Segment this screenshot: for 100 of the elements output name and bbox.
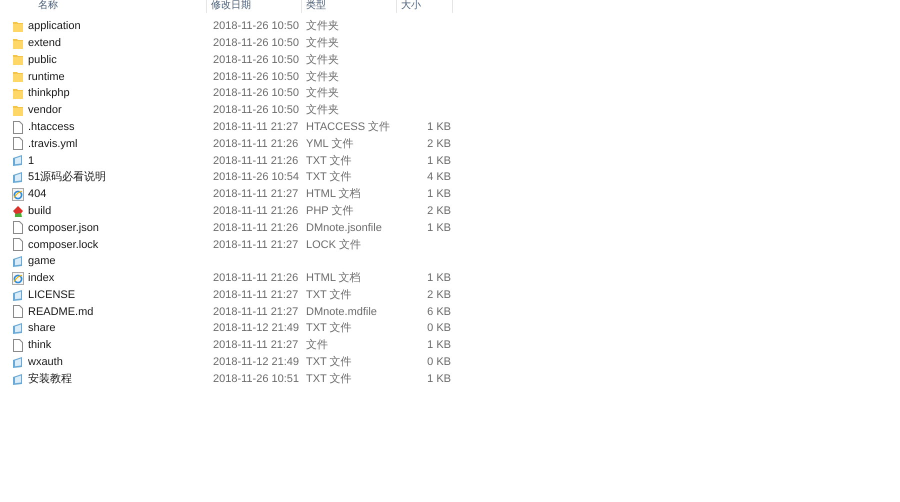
file-type: DMnote.mdfile xyxy=(306,306,377,318)
file-name[interactable]: README.md xyxy=(28,304,94,320)
file-type: 文件夹 xyxy=(306,36,339,49)
column-header[interactable]: 大小 xyxy=(397,0,453,13)
file-type: PHP 文件 xyxy=(306,204,354,217)
folder-icon xyxy=(12,36,24,50)
file-name[interactable]: game xyxy=(28,253,56,270)
package-icon xyxy=(12,204,24,218)
file-name[interactable]: composer.lock xyxy=(28,236,98,253)
modified-date: 2018-11-26 10:50 xyxy=(213,36,300,49)
file-name[interactable]: index xyxy=(28,270,54,287)
document-icon xyxy=(12,305,24,318)
text-file-icon xyxy=(12,288,24,302)
file-type: DMnote.jsonfile xyxy=(306,222,382,234)
document-icon xyxy=(12,120,24,134)
file-type: 文件夹 xyxy=(306,87,339,100)
file-name[interactable]: wxauth xyxy=(28,354,63,371)
web-page-icon xyxy=(12,188,24,201)
file-name[interactable]: 1 xyxy=(28,152,34,170)
file-name[interactable]: application xyxy=(28,18,81,35)
file-name[interactable]: public xyxy=(28,52,57,68)
file-name[interactable]: runtime xyxy=(28,68,65,86)
file-type: 文件夹 xyxy=(306,54,339,66)
file-type: TXT 文件 xyxy=(306,372,352,385)
file-size: 1 KB xyxy=(427,188,451,200)
modified-date: 2018-11-11 21:27 xyxy=(213,188,298,200)
modified-date: 2018-11-26 10:54 xyxy=(213,171,300,184)
file-type: TXT 文件 xyxy=(306,322,352,334)
file-name[interactable]: .travis.yml xyxy=(28,136,78,152)
web-page-icon xyxy=(12,272,24,285)
file-name[interactable]: extend xyxy=(28,34,62,52)
folder-icon xyxy=(12,53,24,66)
file-type: 文件夹 xyxy=(306,20,339,32)
file-size: 4 KB xyxy=(427,171,451,184)
modified-date: 2018-11-11 21:27 xyxy=(213,238,298,250)
modified-date: 2018-11-26 10:50 xyxy=(213,87,300,100)
file-name[interactable]: .htaccess xyxy=(28,118,74,136)
text-file-icon xyxy=(12,154,24,168)
file-name[interactable]: share xyxy=(28,320,56,337)
modified-date: 2018-11-11 21:26 xyxy=(213,222,298,234)
file-type: HTML 文档 xyxy=(306,272,361,284)
file-type: HTML 文档 xyxy=(306,188,361,200)
text-file-icon xyxy=(12,171,24,184)
document-icon xyxy=(12,339,24,352)
modified-date: 2018-11-11 21:27 xyxy=(213,339,298,352)
modified-date: 2018-11-26 10:50 xyxy=(213,20,300,32)
modified-date: 2018-11-11 21:26 xyxy=(213,204,298,217)
file-size: 6 KB xyxy=(427,306,451,318)
file-size: 1 KB xyxy=(427,272,451,284)
column-header[interactable]: 修改日期 xyxy=(207,0,302,13)
file-type: HTACCESS 文件 xyxy=(306,120,390,133)
file-type: TXT 文件 xyxy=(306,171,352,184)
file-name[interactable]: LICENSE xyxy=(28,286,76,304)
file-type: LOCK 文件 xyxy=(306,238,362,250)
modified-date: 2018-11-12 21:49 xyxy=(213,356,300,368)
text-file-icon xyxy=(12,322,24,336)
modified-date: 2018-11-11 21:26 xyxy=(213,138,298,150)
text-file-icon xyxy=(12,372,24,386)
file-size: 2 KB xyxy=(427,204,451,217)
modified-date: 2018-11-11 21:26 xyxy=(213,272,298,284)
folder-icon xyxy=(12,87,24,100)
file-size: 0 KB xyxy=(427,356,451,368)
text-file-icon xyxy=(12,255,24,268)
file-size: 2 KB xyxy=(427,288,451,301)
file-size: 1 KB xyxy=(427,372,451,385)
file-name[interactable]: think xyxy=(28,337,52,354)
file-size: 1 KB xyxy=(427,120,451,133)
file-size: 0 KB xyxy=(427,322,451,334)
file-size: 1 KB xyxy=(427,339,451,352)
modified-date: 2018-11-26 10:50 xyxy=(213,104,300,116)
file-name[interactable]: 51源码必看说明 xyxy=(28,169,106,186)
modified-date: 2018-11-26 10:50 xyxy=(213,70,300,83)
modified-date: 2018-11-11 21:27 xyxy=(213,288,298,301)
document-icon xyxy=(12,238,24,252)
file-size: 1 KB xyxy=(427,154,451,167)
column-header[interactable]: 名称 xyxy=(0,0,207,13)
file-name[interactable]: thinkphp xyxy=(28,85,70,102)
folder-icon xyxy=(12,70,24,84)
modified-date: 2018-11-11 21:27 xyxy=(213,120,298,133)
folder-icon xyxy=(12,20,24,33)
text-file-icon xyxy=(12,356,24,369)
modified-date: 2018-11-11 21:26 xyxy=(213,154,298,167)
column-header[interactable]: 类型 xyxy=(302,0,397,13)
document-icon xyxy=(12,221,24,234)
file-type: TXT 文件 xyxy=(306,356,352,368)
file-type: TXT 文件 xyxy=(306,154,352,167)
document-icon xyxy=(12,137,24,150)
file-type: YML 文件 xyxy=(306,138,354,150)
file-size: 1 KB xyxy=(427,222,451,234)
file-name[interactable]: build xyxy=(28,202,52,220)
file-type: 文件夹 xyxy=(306,70,339,83)
file-name[interactable]: 安装教程 xyxy=(28,370,72,388)
file-size: 2 KB xyxy=(427,138,451,150)
modified-date: 2018-11-26 10:51 xyxy=(213,372,300,385)
file-name[interactable]: vendor xyxy=(28,102,62,119)
file-type: TXT 文件 xyxy=(306,288,352,301)
file-type: 文件夹 xyxy=(306,104,339,116)
file-name[interactable]: 404 xyxy=(28,186,46,203)
file-name[interactable]: composer.json xyxy=(28,220,99,236)
folder-icon xyxy=(12,104,24,117)
